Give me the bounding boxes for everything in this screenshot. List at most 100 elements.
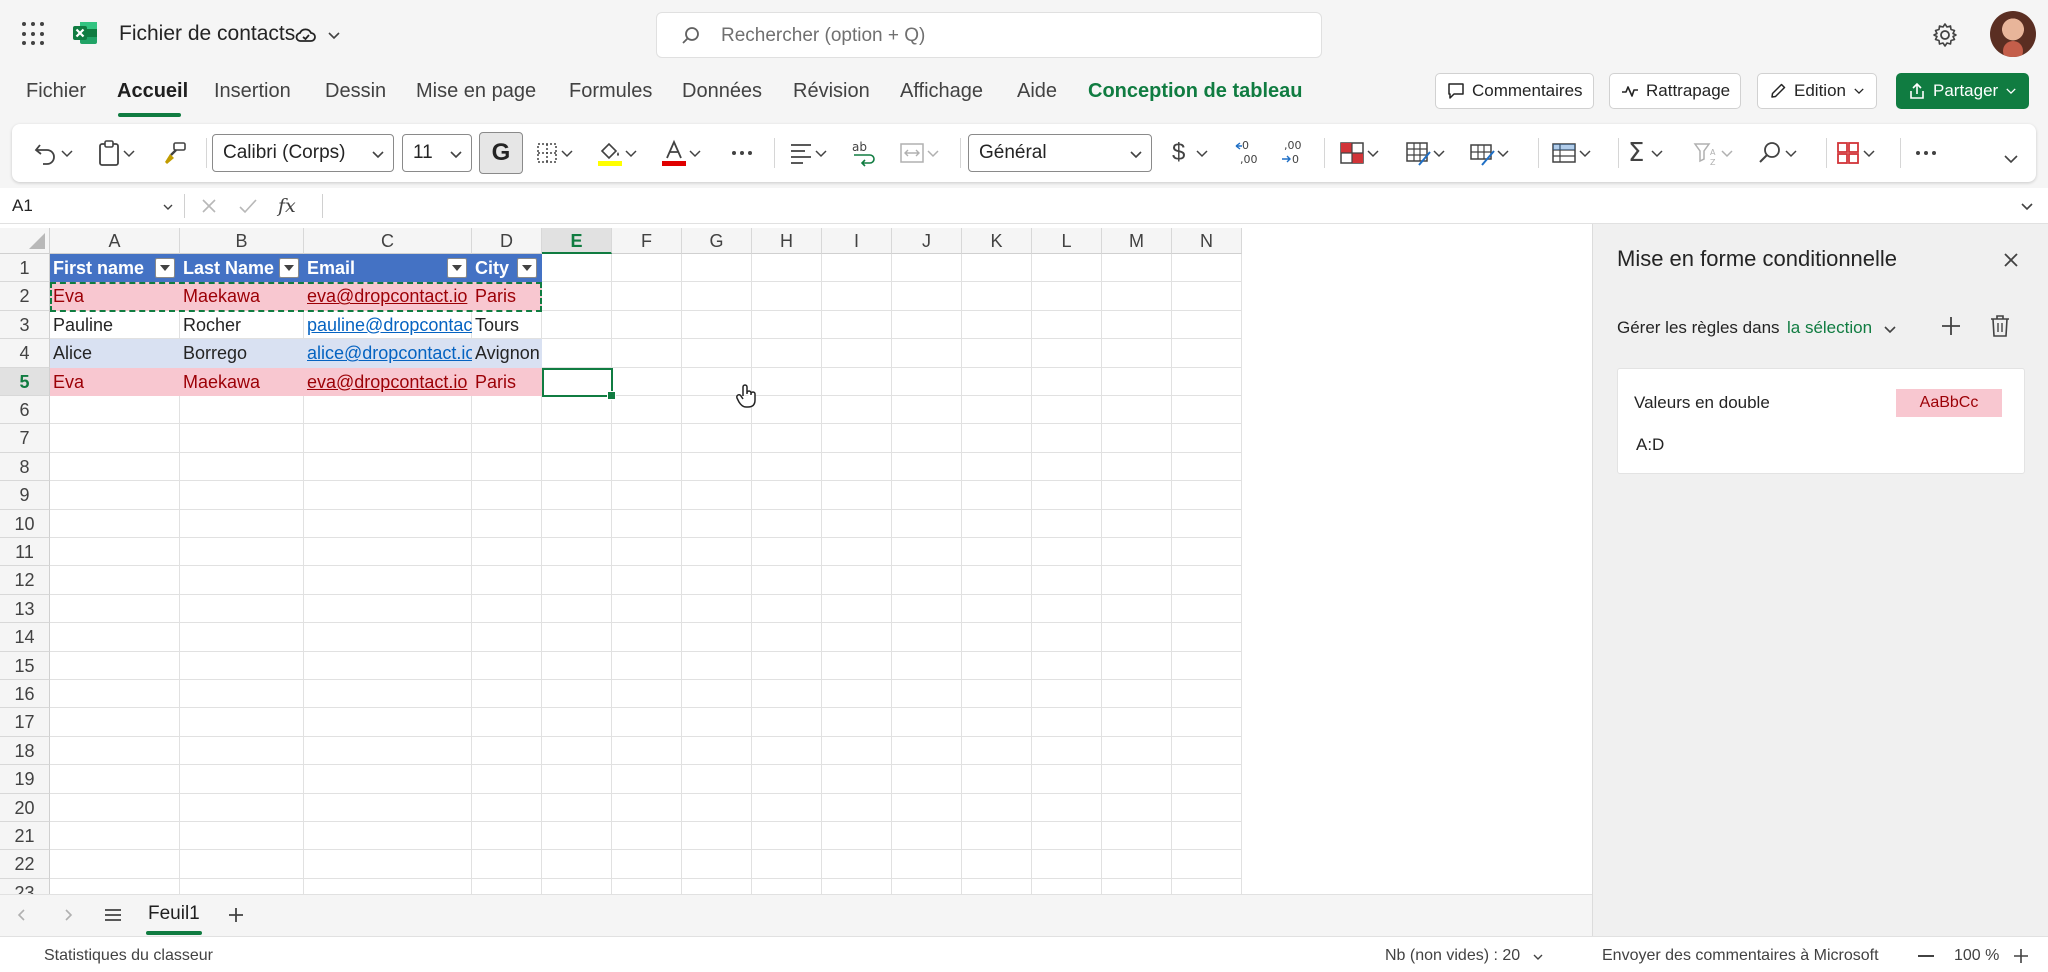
grid-cell[interactable] <box>180 708 304 737</box>
grid-cell[interactable] <box>1172 793 1242 822</box>
grid-cell[interactable] <box>822 623 892 652</box>
grid-cell[interactable] <box>304 680 472 709</box>
grid-cell[interactable] <box>180 452 304 482</box>
name-box[interactable]: A1 <box>8 192 180 220</box>
catchup-button[interactable]: Rattrapage <box>1609 73 1742 109</box>
column-header-m[interactable]: M <box>1102 228 1172 254</box>
grid-cell[interactable] <box>50 538 180 567</box>
row-header-22[interactable]: 22 <box>0 850 50 879</box>
grid-cell[interactable] <box>304 708 472 737</box>
collapse-ribbon-button[interactable] <box>2002 144 2020 174</box>
grid-cell[interactable] <box>50 680 180 709</box>
count-nonempty[interactable]: Nb (non vides) : 20 <box>1385 947 1520 965</box>
paste-button[interactable] <box>96 138 136 168</box>
grid-cell[interactable] <box>962 254 1032 283</box>
comments-button[interactable]: Commentaires <box>1435 73 1594 109</box>
grid-cell[interactable] <box>472 736 542 766</box>
grid-cell[interactable] <box>752 651 822 680</box>
grid-cell[interactable] <box>1102 793 1172 822</box>
grid-cell[interactable] <box>682 509 752 538</box>
check-icon[interactable] <box>238 197 258 215</box>
row-header-14[interactable]: 14 <box>0 623 50 652</box>
grid-cell[interactable] <box>180 509 304 538</box>
grid-cell[interactable] <box>682 424 752 453</box>
grid-cell[interactable] <box>822 793 892 822</box>
grid-cell[interactable] <box>1172 452 1242 482</box>
filter-dropdown-icon[interactable] <box>155 258 175 278</box>
cloud-saved-icon[interactable] <box>295 24 317 46</box>
column-header-l[interactable]: L <box>1032 228 1102 254</box>
grid-cell[interactable] <box>1102 396 1172 425</box>
grid-cell[interactable] <box>1102 651 1172 680</box>
grid-cell[interactable] <box>542 708 612 737</box>
grid-cell[interactable] <box>892 708 962 737</box>
row-header-10[interactable]: 10 <box>0 509 50 538</box>
table-cell[interactable]: Pauline <box>50 311 180 339</box>
grid-cell[interactable] <box>304 424 472 453</box>
grid-cell[interactable] <box>612 623 682 652</box>
rule-card[interactable]: Valeurs en double AaBbCc A:D <box>1617 368 2025 474</box>
grid-cell[interactable] <box>1032 793 1102 822</box>
grid-cell[interactable] <box>1102 566 1172 595</box>
grid-cell[interactable] <box>962 452 1032 482</box>
grid-cell[interactable] <box>304 850 472 879</box>
grid-cell[interactable] <box>682 850 752 879</box>
select-all-button[interactable] <box>0 228 50 254</box>
zoom-out-button[interactable] <box>1918 955 1934 957</box>
gear-icon[interactable] <box>1932 22 1958 48</box>
grid-cell[interactable] <box>1102 765 1172 794</box>
grid-cell[interactable] <box>822 680 892 709</box>
grid-cell[interactable] <box>1102 481 1172 510</box>
number-format-select[interactable]: Général <box>968 134 1152 172</box>
zoom-in-button[interactable] <box>2012 947 2030 965</box>
row-header-18[interactable]: 18 <box>0 736 50 766</box>
grid-cell[interactable] <box>1032 623 1102 652</box>
insert-function-icon[interactable]: fx <box>278 195 296 217</box>
grid-cell[interactable] <box>304 509 472 538</box>
grid-cell[interactable] <box>472 566 542 595</box>
row-header-2[interactable]: 2 <box>0 282 50 311</box>
grid-cell[interactable] <box>1032 822 1102 851</box>
grid-cell[interactable] <box>542 452 612 482</box>
tab-fichier[interactable]: Fichier <box>26 80 86 103</box>
grid-cell[interactable] <box>752 708 822 737</box>
grid-cell[interactable] <box>752 424 822 453</box>
close-icon[interactable] <box>2001 250 2021 270</box>
grid-cell[interactable] <box>612 452 682 482</box>
grid-cell[interactable] <box>1172 878 1242 894</box>
grid-cell[interactable] <box>304 878 472 894</box>
email-cell[interactable]: pauline@dropcontact.io <box>304 311 472 339</box>
grid-cell[interactable] <box>50 481 180 510</box>
grid-cell[interactable] <box>542 509 612 538</box>
grid-cell[interactable] <box>1172 367 1242 396</box>
row-header-20[interactable]: 20 <box>0 793 50 822</box>
grid-cell[interactable] <box>542 765 612 794</box>
column-header-e[interactable]: E <box>542 228 612 254</box>
borders-button[interactable] <box>534 138 574 168</box>
font-family-select[interactable]: Calibri (Corps) <box>212 134 394 172</box>
grid-cell[interactable] <box>612 339 682 368</box>
grid-cell[interactable] <box>542 566 612 595</box>
tab-donnees[interactable]: Données <box>682 80 762 103</box>
grid-cell[interactable] <box>892 310 962 340</box>
grid-cell[interactable] <box>682 254 752 283</box>
grid-cell[interactable] <box>180 736 304 766</box>
filter-dropdown-icon[interactable] <box>517 258 537 278</box>
autosum-button[interactable]: Σ <box>1628 138 1664 168</box>
grid-cell[interactable] <box>682 623 752 652</box>
grid-cell[interactable] <box>822 878 892 894</box>
grid-cell[interactable] <box>50 651 180 680</box>
chevron-left-icon[interactable] <box>14 907 30 923</box>
grid-cell[interactable] <box>180 594 304 624</box>
grid-cell[interactable] <box>1172 566 1242 595</box>
grid-cell[interactable] <box>1032 254 1102 283</box>
grid-cell[interactable] <box>892 538 962 567</box>
grid-cell[interactable] <box>612 509 682 538</box>
share-button[interactable]: Partager <box>1896 73 2030 109</box>
grid-cell[interactable] <box>50 793 180 822</box>
grid-cell[interactable] <box>822 282 892 311</box>
zoom-level[interactable]: 100 % <box>1954 947 1999 965</box>
grid-cell[interactable] <box>50 452 180 482</box>
grid-cell[interactable] <box>50 509 180 538</box>
sheet-tab-feuil1[interactable]: Feuil1 <box>148 903 200 925</box>
